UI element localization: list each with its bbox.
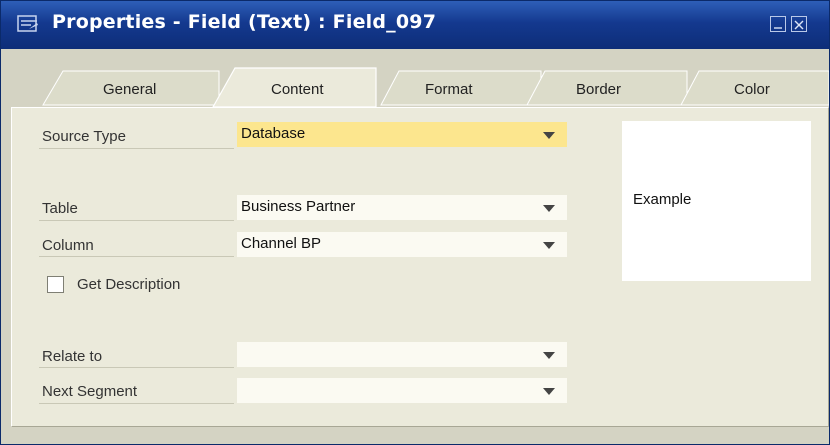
column-value: Channel BP bbox=[241, 235, 322, 252]
next-segment-combo[interactable] bbox=[237, 378, 567, 403]
chevron-down-icon[interactable] bbox=[543, 205, 555, 212]
column-label: Column bbox=[42, 237, 94, 254]
source-type-label: Source Type bbox=[42, 128, 126, 145]
table-value: Business Partner bbox=[241, 198, 356, 215]
label-divider bbox=[39, 256, 234, 257]
label-divider bbox=[39, 367, 234, 368]
source-type-value: Database bbox=[241, 125, 306, 142]
next-segment-label: Next Segment bbox=[42, 383, 138, 400]
column-combo[interactable]: Channel BP bbox=[237, 232, 567, 257]
preview-text: Example bbox=[633, 191, 692, 208]
tab-strip bbox=[42, 67, 829, 108]
label-divider bbox=[39, 220, 234, 221]
tab-content[interactable]: Content bbox=[271, 81, 324, 98]
chevron-down-icon[interactable] bbox=[543, 352, 555, 359]
relate-to-label: Relate to bbox=[42, 348, 103, 365]
get-description-label[interactable]: Get Description bbox=[77, 276, 180, 293]
tab-general[interactable]: General bbox=[103, 81, 156, 98]
tab-format[interactable]: Format bbox=[425, 81, 473, 98]
get-description-checkbox[interactable] bbox=[47, 276, 64, 293]
chevron-down-icon[interactable] bbox=[543, 132, 555, 139]
tab-color[interactable]: Color bbox=[734, 81, 770, 98]
table-combo[interactable]: Business Partner bbox=[237, 195, 567, 220]
label-divider bbox=[39, 148, 234, 149]
tab-border[interactable]: Border bbox=[576, 81, 621, 98]
properties-window: Properties - Field (Text) : Field_097 Ge… bbox=[0, 0, 830, 445]
chevron-down-icon[interactable] bbox=[543, 242, 555, 249]
table-label: Table bbox=[42, 200, 78, 217]
relate-to-combo[interactable] bbox=[237, 342, 567, 367]
label-divider bbox=[39, 403, 234, 404]
chevron-down-icon[interactable] bbox=[543, 388, 555, 395]
source-type-combo[interactable]: Database bbox=[237, 122, 567, 147]
